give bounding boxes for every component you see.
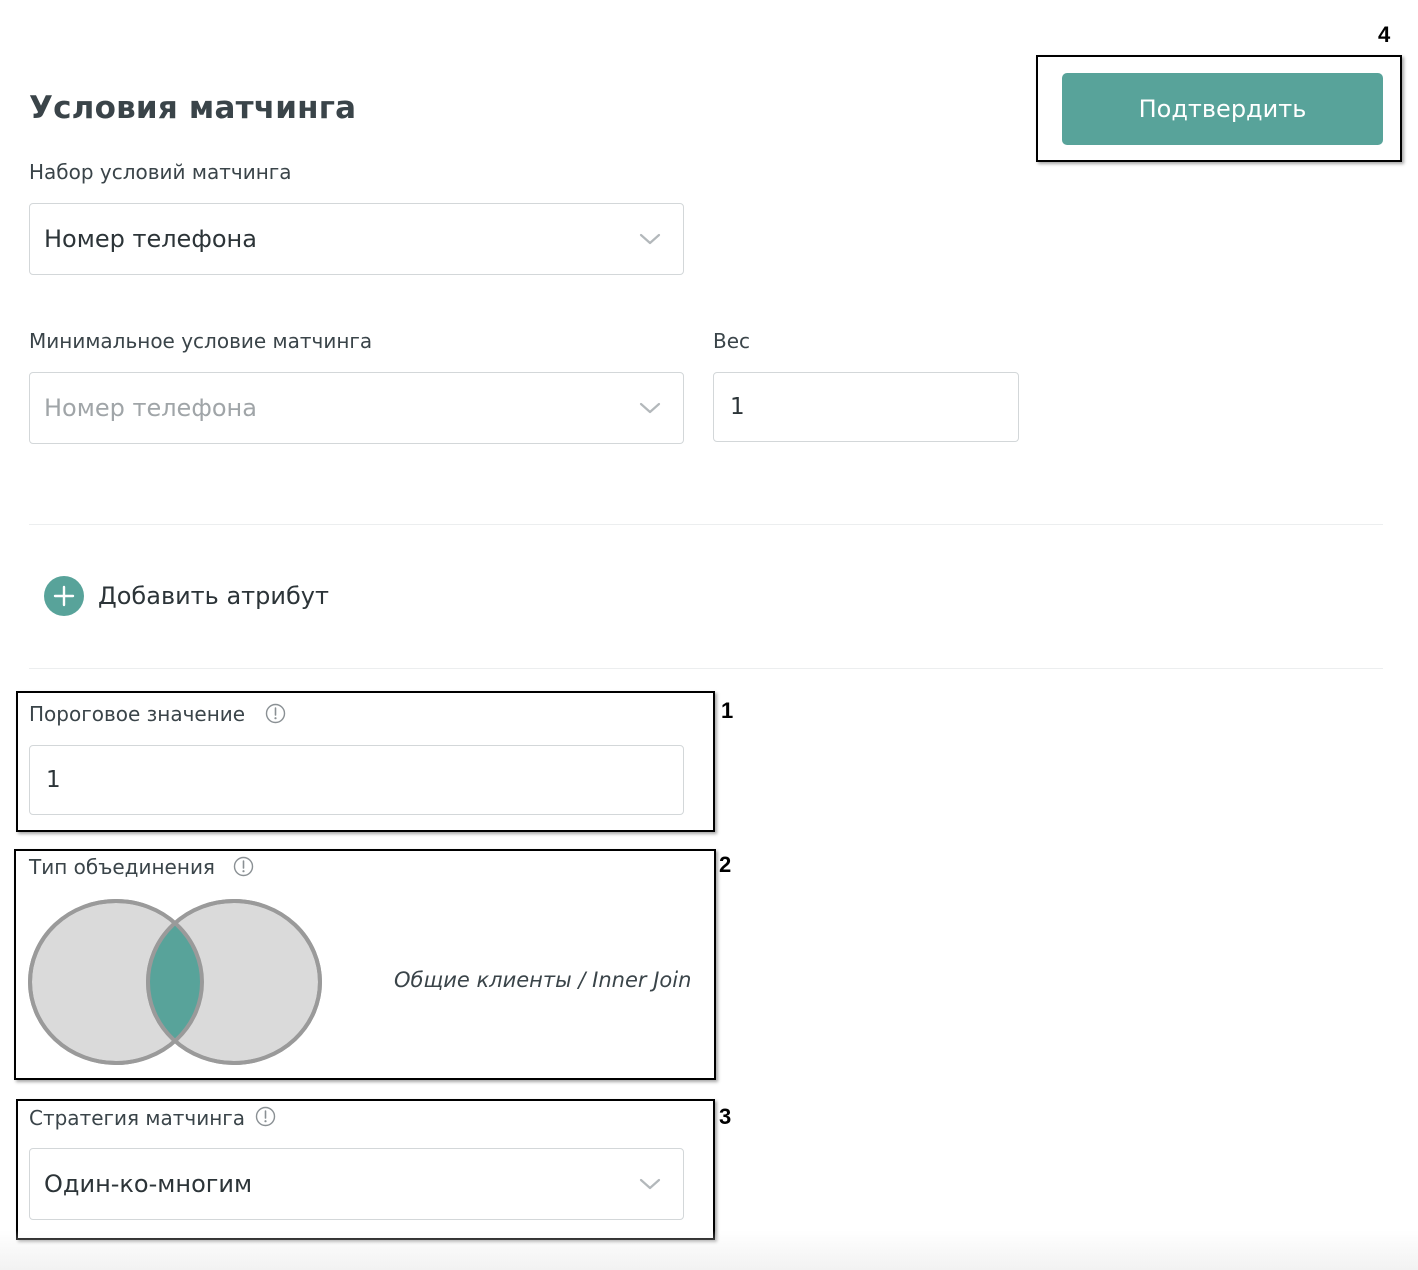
weight-label: Вес	[713, 329, 751, 353]
divider	[29, 668, 1383, 669]
annotation-number-1: 1	[721, 698, 734, 723]
min-condition-label: Минимальное условие матчинга	[29, 329, 373, 353]
info-icon[interactable]	[265, 703, 286, 724]
strategy-value: Один-ко-многим	[44, 1170, 253, 1198]
matching-conditions-page: Условия матчинга 4 Подтвердить Набор усл…	[0, 0, 1418, 1270]
chevron-down-icon	[639, 1178, 661, 1190]
add-attribute-button[interactable]: Добавить атрибут	[44, 576, 329, 616]
chevron-down-icon	[639, 233, 661, 245]
confirm-button[interactable]: Подтвердить	[1062, 73, 1383, 145]
matching-set-label: Набор условий матчинга	[29, 160, 292, 184]
matching-set-value: Номер телефона	[44, 225, 257, 253]
join-type-label: Тип объединения	[29, 855, 215, 879]
annotation-number-4: 4	[1378, 22, 1391, 47]
plus-icon	[44, 576, 84, 616]
matching-set-select[interactable]: Номер телефона	[29, 203, 684, 275]
min-condition-value: Номер телефона	[44, 394, 257, 422]
strategy-label: Стратегия матчинга	[29, 1106, 246, 1130]
chevron-down-icon	[639, 402, 661, 414]
annotation-number-3: 3	[719, 1104, 732, 1129]
page-title: Условия матчинга	[29, 90, 357, 126]
strategy-select[interactable]: Один-ко-многим	[29, 1148, 684, 1220]
annotation-number-2: 2	[719, 852, 732, 877]
threshold-input[interactable]: 1	[29, 745, 684, 815]
divider	[29, 524, 1383, 525]
min-condition-select[interactable]: Номер телефона	[29, 372, 684, 444]
info-icon[interactable]	[255, 1106, 276, 1127]
add-attribute-label: Добавить атрибут	[98, 582, 329, 610]
bottom-fade	[0, 1230, 1418, 1270]
venn-diagram-inner-join[interactable]	[28, 897, 324, 1069]
weight-input[interactable]: 1	[713, 372, 1019, 442]
threshold-label: Пороговое значение	[29, 702, 246, 726]
info-icon[interactable]	[233, 856, 254, 877]
join-type-caption: Общие клиенты / Inner Join	[394, 968, 692, 992]
